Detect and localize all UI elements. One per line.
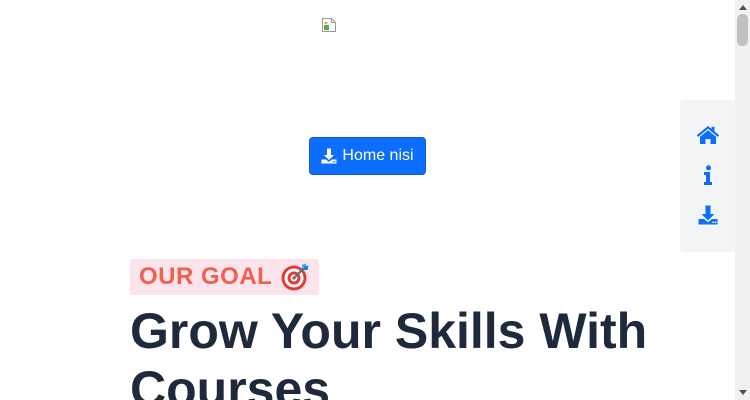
home-icon xyxy=(696,126,719,144)
download-button[interactable]: Home nisi xyxy=(309,137,426,175)
side-nav-download[interactable] xyxy=(680,195,735,235)
scroll-down-arrow-icon[interactable] xyxy=(735,385,750,400)
side-nav-info[interactable] xyxy=(680,155,735,195)
info-icon xyxy=(703,165,712,185)
target-icon xyxy=(280,262,310,292)
page-headline: Grow Your Skills With Courses xyxy=(130,303,648,400)
scroll-up-arrow-icon[interactable] xyxy=(735,0,750,15)
goal-badge-text: OUR GOAL xyxy=(139,263,273,290)
broken-image-icon xyxy=(322,18,336,32)
side-nav xyxy=(680,100,735,252)
vertical-scrollbar[interactable] xyxy=(735,0,750,400)
goal-badge: OUR GOAL xyxy=(130,259,320,295)
side-nav-home[interactable] xyxy=(680,115,735,155)
download-icon xyxy=(321,148,337,164)
page-viewport: Home nisi OUR GOAL Grow Your Skills With… xyxy=(0,0,735,400)
download-button-label: Home nisi xyxy=(342,147,414,164)
download-icon xyxy=(698,205,717,225)
scroll-thumb[interactable] xyxy=(737,14,748,46)
